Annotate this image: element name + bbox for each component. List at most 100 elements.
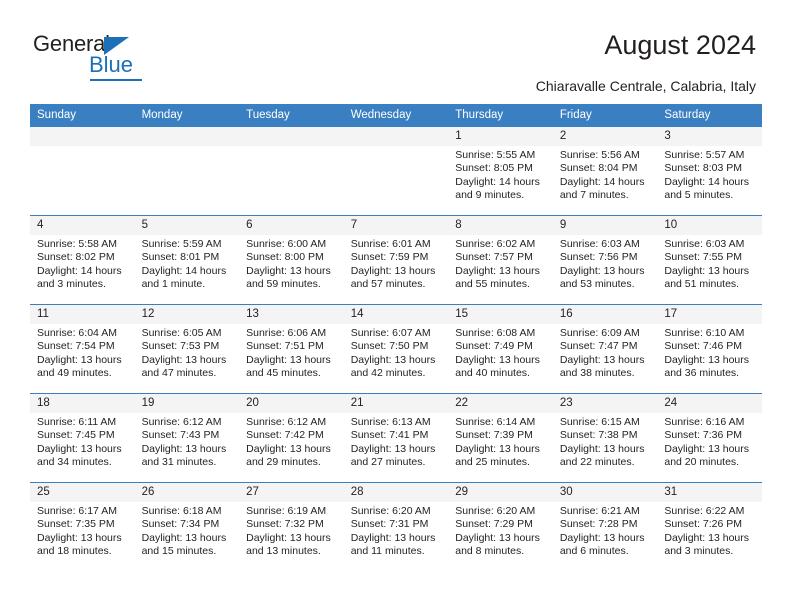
calendar-day-cell[interactable]: 20 Sunrise: 6:12 AM Sunset: 7:42 PM Dayligh… <box>239 393 344 483</box>
day-details: Sunrise: 5:59 AM Sunset: 8:01 PM Daylight:… <box>135 235 240 292</box>
calendar-day-cell[interactable]: 16 Sunrise: 6:09 AM Sunset: 7:47 PM Dayligh… <box>552 304 658 394</box>
day-details: Sunrise: 6:12 AM Sunset: 7:43 PM Daylight:… <box>135 413 240 470</box>
calendar-day-cell[interactable]: 6 Sunrise: 6:00 AM Sunset: 8:00 PM Daylight… <box>239 215 344 305</box>
logo-underline <box>90 79 142 81</box>
sunrise-text: Sunrise: 6:13 AM <box>350 416 431 428</box>
day-details: Sunrise: 6:07 AM Sunset: 7:50 PM Daylight:… <box>344 324 449 381</box>
day-number: 30 <box>552 483 658 502</box>
day-number: 11 <box>30 305 135 324</box>
calendar-day-cell[interactable]: 23 Sunrise: 6:15 AM Sunset: 7:38 PM Dayligh… <box>552 393 658 483</box>
calendar-day-cell[interactable]: 19 Sunrise: 6:12 AM Sunset: 7:43 PM Dayligh… <box>134 393 240 483</box>
sunset-text: Sunset: 7:43 PM <box>141 429 220 442</box>
day-details: Sunrise: 6:03 AM Sunset: 7:55 PM Daylight:… <box>657 235 762 292</box>
calendar-day-cell[interactable]: 10 Sunrise: 6:03 AM Sunset: 7:55 PM Dayligh… <box>657 215 762 305</box>
daylight-text: Daylight: 14 hours and 1 minute. <box>141 264 227 291</box>
calendar-day-cell[interactable]: 24 Sunrise: 6:16 AM Sunset: 7:36 PM Dayligh… <box>657 393 762 483</box>
sunset-text: Sunset: 7:35 PM <box>37 518 115 531</box>
sunrise-text: Sunrise: 6:02 AM <box>455 238 536 250</box>
day-details: Sunrise: 6:19 AM Sunset: 7:32 PM Daylight:… <box>239 502 344 559</box>
day-number: 7 <box>343 216 449 235</box>
calendar-day-cell[interactable]: 18 Sunrise: 6:11 AM Sunset: 7:45 PM Dayligh… <box>30 393 135 483</box>
calendar-day-cell[interactable]: 28 Sunrise: 6:20 AM Sunset: 7:31 PM Dayligh… <box>343 482 449 571</box>
sunset-text: Sunset: 7:47 PM <box>559 340 638 353</box>
calendar-day-cell[interactable]: 3 Sunrise: 5:57 AM Sunset: 8:03 PM Daylight… <box>657 127 762 216</box>
sunrise-text: Sunrise: 6:20 AM <box>350 505 431 517</box>
daylight-text: Daylight: 13 hours and 34 minutes. <box>37 442 122 469</box>
calendar-day-cell[interactable]: 22 Sunrise: 6:14 AM Sunset: 7:39 PM Dayligh… <box>448 393 553 483</box>
sunrise-text: Sunrise: 5:56 AM <box>559 149 640 161</box>
sunrise-text: Sunrise: 6:03 AM <box>559 238 640 250</box>
calendar-week-row: 4 Sunrise: 5:58 AM Sunset: 8:02 PM Daylight… <box>30 215 762 305</box>
day-details: Sunrise: 6:17 AM Sunset: 7:35 PM Daylight:… <box>30 502 135 559</box>
day-number: 28 <box>343 483 449 502</box>
calendar-day-cell[interactable]: 27 Sunrise: 6:19 AM Sunset: 7:32 PM Dayligh… <box>239 482 344 571</box>
calendar-day-cell-empty <box>239 127 344 216</box>
calendar-day-cell[interactable]: 1 Sunrise: 5:55 AM Sunset: 8:05 PM Daylight… <box>448 127 553 216</box>
daylight-text: Daylight: 13 hours and 42 minutes. <box>350 353 436 380</box>
day-number: 9 <box>552 216 658 235</box>
calendar-day-cell[interactable]: 15 Sunrise: 6:08 AM Sunset: 7:49 PM Dayligh… <box>448 304 553 394</box>
day-details: Sunrise: 6:03 AM Sunset: 7:56 PM Daylight:… <box>553 235 658 292</box>
calendar-day-cell[interactable]: 25 Sunrise: 6:17 AM Sunset: 7:35 PM Dayligh… <box>30 482 135 571</box>
daylight-text: Daylight: 14 hours and 9 minutes. <box>455 175 540 202</box>
day-details: Sunrise: 6:02 AM Sunset: 7:57 PM Daylight:… <box>448 235 553 292</box>
day-details: Sunrise: 5:57 AM Sunset: 8:03 PM Daylight:… <box>657 146 762 203</box>
sunrise-text: Sunrise: 6:19 AM <box>246 505 327 517</box>
calendar-body: 1 Sunrise: 5:55 AM Sunset: 8:05 PM Daylight… <box>30 127 762 571</box>
calendar-week-row: 25 Sunrise: 6:17 AM Sunset: 7:35 PM Dayligh… <box>30 482 762 571</box>
calendar-day-cell[interactable]: 11 Sunrise: 6:04 AM Sunset: 7:54 PM Dayligh… <box>30 304 135 394</box>
day-number: 15 <box>448 305 553 324</box>
day-number: 31 <box>657 483 762 502</box>
day-number <box>134 127 240 146</box>
sunset-text: Sunset: 7:53 PM <box>141 340 220 353</box>
day-number: 5 <box>134 216 240 235</box>
daylight-text: Daylight: 13 hours and 8 minutes. <box>455 531 540 558</box>
day-details: Sunrise: 6:15 AM Sunset: 7:38 PM Daylight:… <box>553 413 658 470</box>
daylight-text: Daylight: 13 hours and 55 minutes. <box>455 264 540 291</box>
sunset-text: Sunset: 7:56 PM <box>559 251 638 264</box>
calendar-table: Sunday Monday Tuesday Wednesday Thursday… <box>30 104 762 571</box>
daylight-text: Daylight: 13 hours and 18 minutes. <box>37 531 122 558</box>
calendar-day-cell[interactable]: 31 Sunrise: 6:22 AM Sunset: 7:26 PM Dayligh… <box>657 482 762 571</box>
calendar-day-cell[interactable]: 13 Sunrise: 6:06 AM Sunset: 7:51 PM Dayligh… <box>239 304 344 394</box>
calendar-day-cell[interactable]: 26 Sunrise: 6:18 AM Sunset: 7:34 PM Dayligh… <box>134 482 240 571</box>
sunrise-text: Sunrise: 5:59 AM <box>141 238 222 250</box>
calendar-day-cell[interactable]: 14 Sunrise: 6:07 AM Sunset: 7:50 PM Dayligh… <box>343 304 449 394</box>
calendar-day-cell[interactable]: 5 Sunrise: 5:59 AM Sunset: 8:01 PM Daylight… <box>134 215 240 305</box>
day-details: Sunrise: 6:20 AM Sunset: 7:29 PM Daylight:… <box>448 502 553 559</box>
weekday-header-saturday: Saturday <box>657 104 762 127</box>
daylight-text: Daylight: 13 hours and 59 minutes. <box>246 264 331 291</box>
day-details: Sunrise: 6:11 AM Sunset: 7:45 PM Daylight:… <box>30 413 135 470</box>
sunrise-text: Sunrise: 6:22 AM <box>664 505 745 517</box>
calendar-day-cell[interactable]: 12 Sunrise: 6:05 AM Sunset: 7:53 PM Dayligh… <box>134 304 240 394</box>
calendar-day-cell[interactable]: 30 Sunrise: 6:21 AM Sunset: 7:28 PM Dayligh… <box>552 482 658 571</box>
sunset-text: Sunset: 7:31 PM <box>350 518 429 531</box>
sunset-text: Sunset: 7:57 PM <box>455 251 533 264</box>
daylight-text: Daylight: 13 hours and 6 minutes. <box>559 531 645 558</box>
sunset-text: Sunset: 7:34 PM <box>141 518 220 531</box>
sunset-text: Sunset: 7:49 PM <box>455 340 533 353</box>
sunset-text: Sunset: 8:02 PM <box>37 251 115 264</box>
calendar-day-cell[interactable]: 2 Sunrise: 5:56 AM Sunset: 8:04 PM Daylight… <box>552 127 658 216</box>
calendar-day-cell[interactable]: 9 Sunrise: 6:03 AM Sunset: 7:56 PM Daylight… <box>552 215 658 305</box>
calendar-day-cell[interactable]: 21 Sunrise: 6:13 AM Sunset: 7:41 PM Dayligh… <box>343 393 449 483</box>
sunset-text: Sunset: 8:03 PM <box>664 162 743 175</box>
sunrise-text: Sunrise: 6:07 AM <box>350 327 431 339</box>
sunset-text: Sunset: 8:00 PM <box>246 251 324 264</box>
weekday-header-thursday: Thursday <box>448 104 553 127</box>
daylight-text: Daylight: 13 hours and 25 minutes. <box>455 442 540 469</box>
calendar-day-cell[interactable]: 17 Sunrise: 6:10 AM Sunset: 7:46 PM Dayligh… <box>657 304 762 394</box>
calendar-day-cell[interactable]: 29 Sunrise: 6:20 AM Sunset: 7:29 PM Dayligh… <box>448 482 553 571</box>
sunrise-text: Sunrise: 6:20 AM <box>455 505 536 517</box>
day-details: Sunrise: 6:05 AM Sunset: 7:53 PM Daylight:… <box>135 324 240 381</box>
calendar-day-cell[interactable]: 7 Sunrise: 6:01 AM Sunset: 7:59 PM Daylight… <box>343 215 449 305</box>
day-details: Sunrise: 6:21 AM Sunset: 7:28 PM Daylight:… <box>553 502 658 559</box>
calendar-day-cell[interactable]: 4 Sunrise: 5:58 AM Sunset: 8:02 PM Daylight… <box>30 215 135 305</box>
sunrise-text: Sunrise: 6:15 AM <box>559 416 640 428</box>
sunrise-text: Sunrise: 6:16 AM <box>664 416 745 428</box>
calendar-day-cell[interactable]: 8 Sunrise: 6:02 AM Sunset: 7:57 PM Daylight… <box>448 215 553 305</box>
calendar-week-row: 1 Sunrise: 5:55 AM Sunset: 8:05 PM Daylight… <box>30 127 762 216</box>
day-details: Sunrise: 6:06 AM Sunset: 7:51 PM Daylight:… <box>239 324 344 381</box>
sunrise-text: Sunrise: 6:21 AM <box>559 505 640 517</box>
day-number: 24 <box>657 394 762 413</box>
